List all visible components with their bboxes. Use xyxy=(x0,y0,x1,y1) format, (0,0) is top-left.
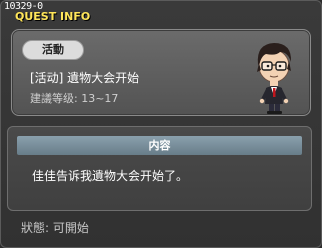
quest-summary-panel: 活動 [活动] 遺物大会开始 建議等级: 13~17 xyxy=(11,29,311,116)
content-header: 内容 xyxy=(17,136,302,155)
quest-category-badge: 活動 xyxy=(22,40,84,60)
quest-content-panel: 内容 佳佳告诉我遺物大会开始了。 xyxy=(7,126,312,211)
quest-level-requirement: 建議等级: 13~17 xyxy=(30,92,119,105)
quest-status: 狀態: 可開始 xyxy=(21,221,89,235)
content-description: 佳佳告诉我遺物大会开始了。 xyxy=(32,169,189,183)
quest-name: [活动] 遺物大会开始 xyxy=(30,71,140,85)
quest-info-window: 10329-0 QUEST INFO 活動 [活动] 遺物大会开始 建議等级: … xyxy=(0,0,322,248)
npc-glasses-man-icon xyxy=(257,43,292,114)
window-title: QUEST INFO xyxy=(15,10,91,23)
